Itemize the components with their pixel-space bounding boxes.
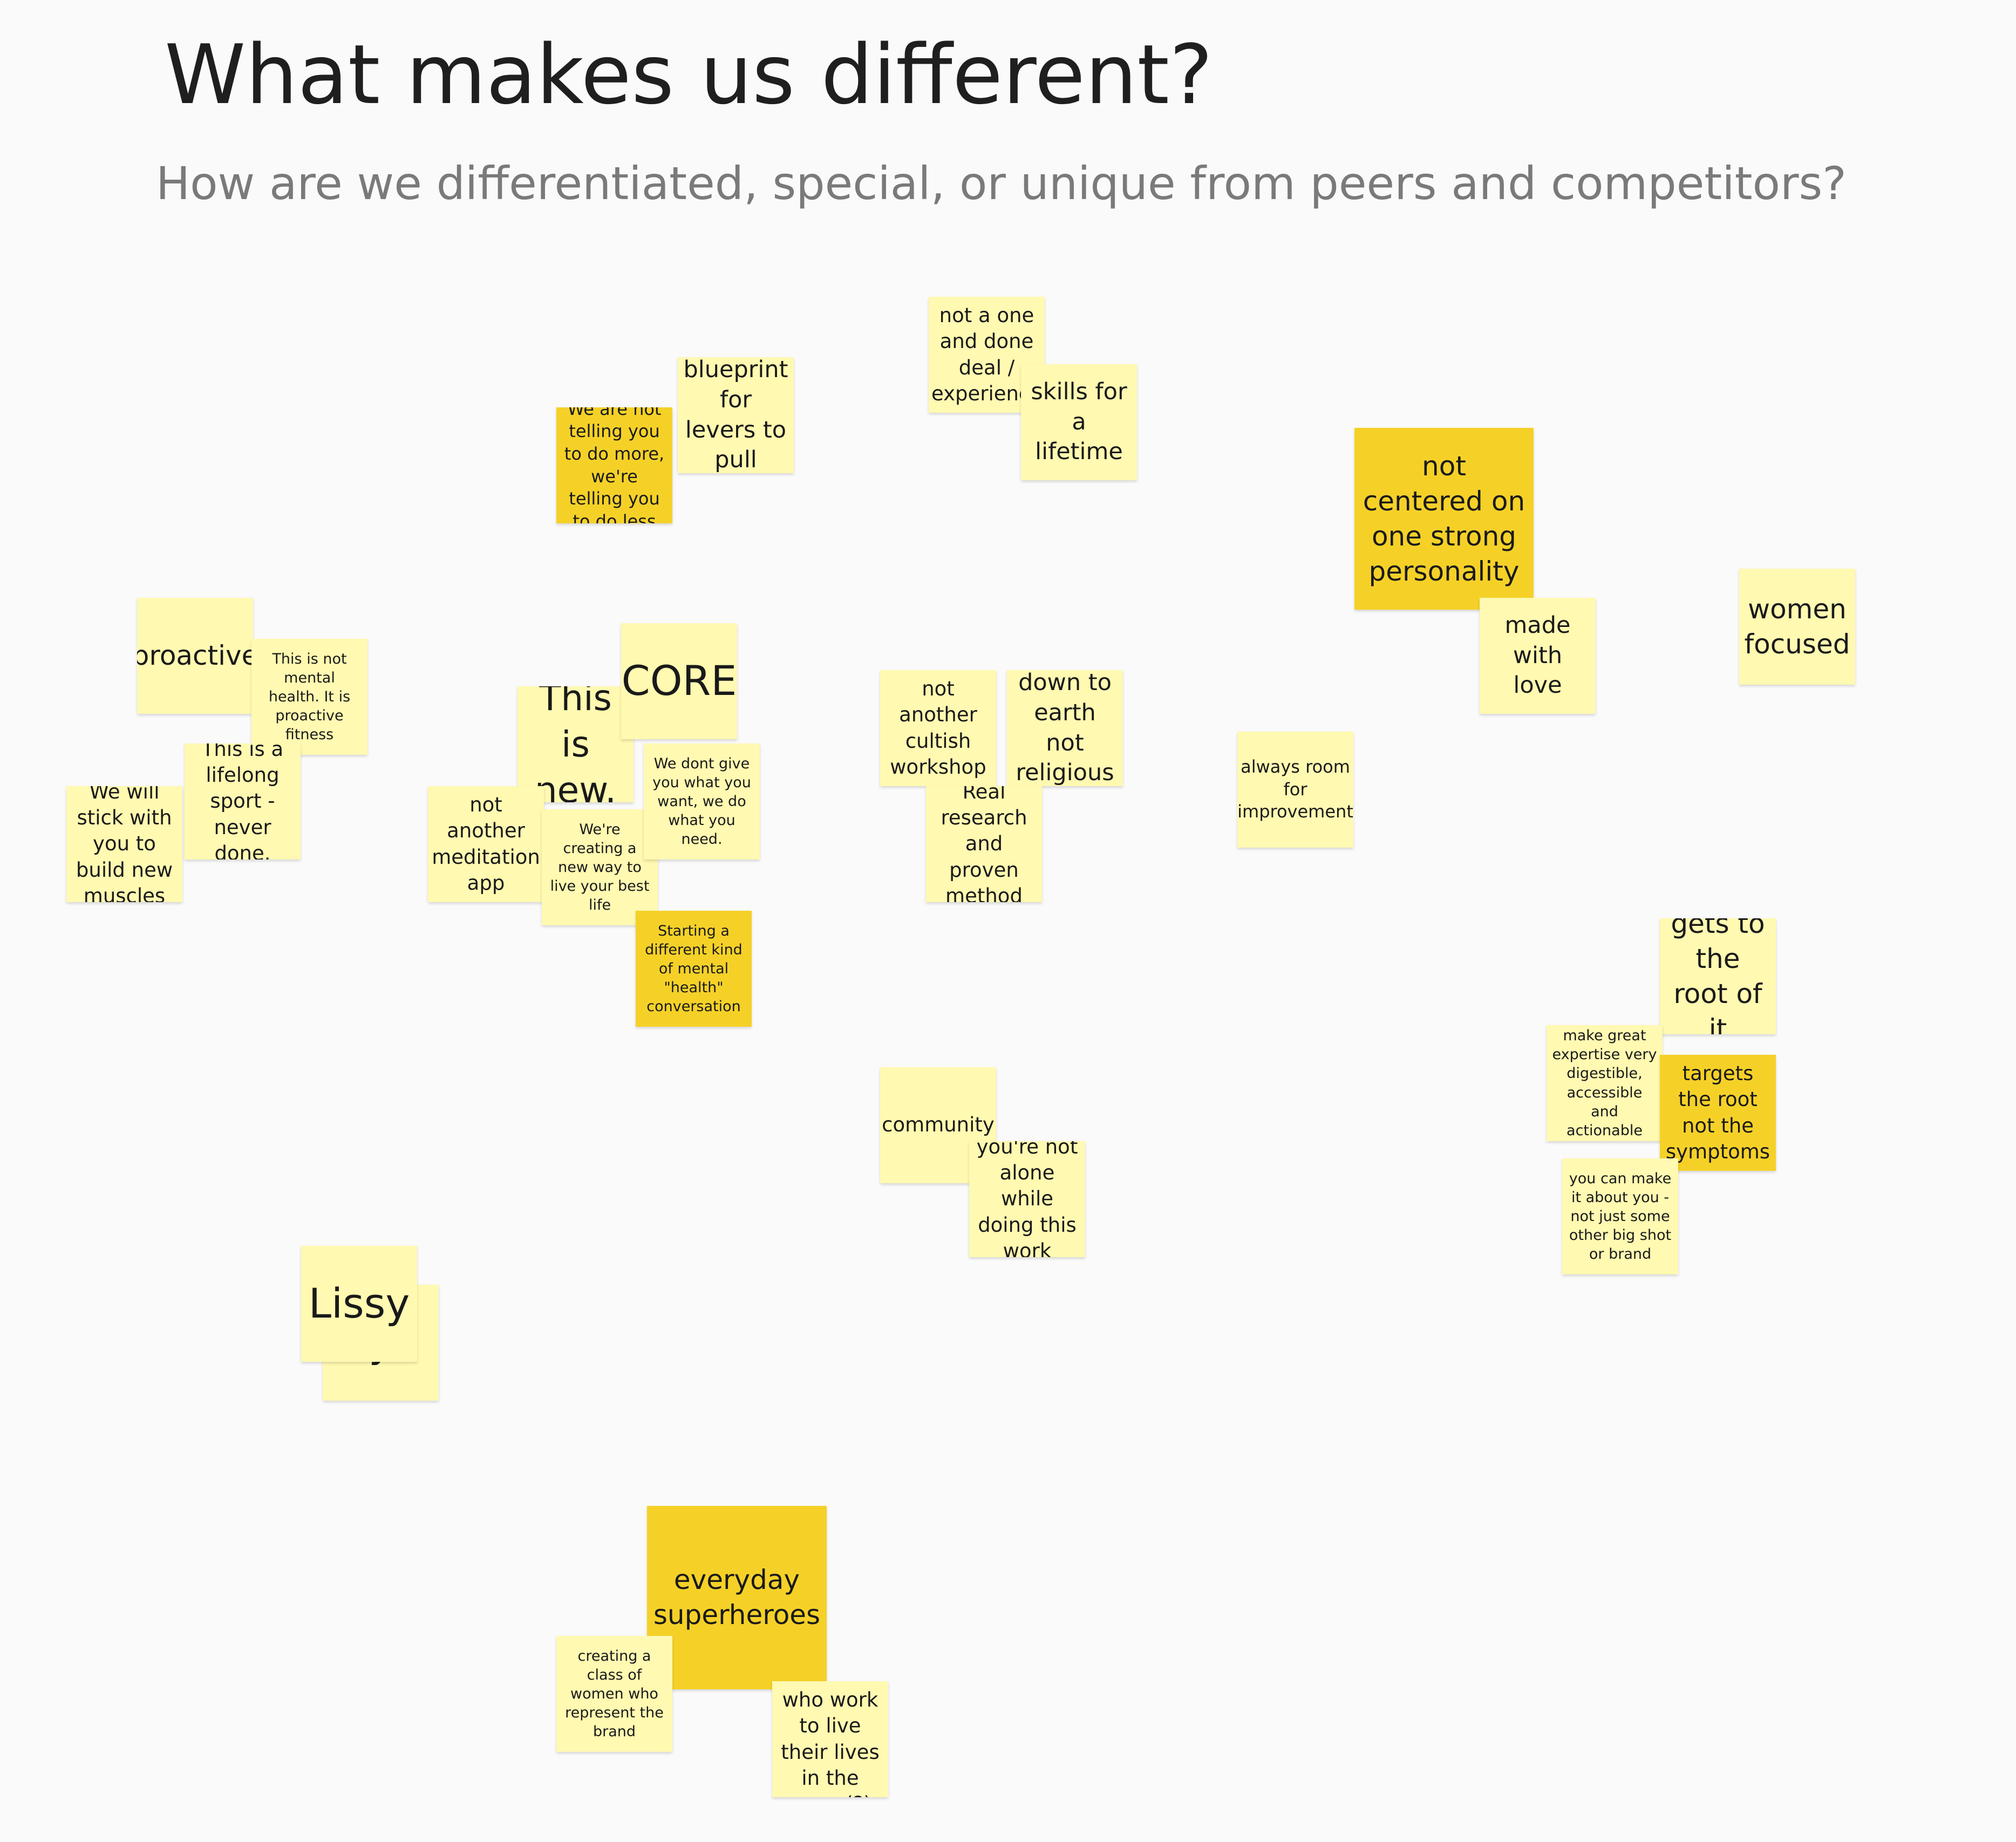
sticky-note-women-focused[interactable]: women focused (1739, 569, 1855, 685)
sticky-note-lifelong-sport[interactable]: This is a lifelong sport - never done. (185, 743, 301, 859)
sticky-note-not-mental-health[interactable]: This is not mental health. It is proacti… (251, 639, 367, 755)
sticky-note-skills-lifetime[interactable]: skills for a lifetime (1021, 364, 1137, 480)
sticky-note-not-centered[interactable]: not centered on one strong personality (1354, 428, 1534, 610)
sticky-note-women-work-live[interactable]: women who work to live their lives in th… (772, 1681, 888, 1797)
sticky-note-about-you[interactable]: you can make it about you - not just som… (1562, 1158, 1678, 1274)
sticky-note-blueprint[interactable]: blueprint for levers to pull (678, 357, 794, 473)
sticky-note-targets-root[interactable]: targets the root not the symptoms (1660, 1055, 1776, 1171)
sticky-note-lissy[interactable]: Lissy (301, 1246, 417, 1362)
sticky-note-real-research[interactable]: Real research and proven method (926, 786, 1042, 902)
sticky-note-root-of-it[interactable]: gets to the root of it (1660, 918, 1776, 1034)
sticky-note-dont-give[interactable]: We dont give you what you want, we do wh… (644, 743, 760, 859)
sticky-note-down-to-earth[interactable]: down to earth not religious (1007, 670, 1123, 786)
sticky-note-superheroes[interactable]: everyday superheroes (647, 1506, 827, 1689)
board-title: What makes us different? (165, 27, 1213, 122)
sticky-note-not-alone[interactable]: you're not alone while doing this work (969, 1141, 1085, 1257)
board-subtitle: How are we differentiated, special, or u… (156, 157, 1847, 210)
sticky-note-not-telling-more[interactable]: We are not telling you to do more, we're… (556, 407, 672, 523)
sticky-note-stick-with-you[interactable]: We will stick with you to build new musc… (66, 786, 182, 902)
sticky-note-this-is-new[interactable]: This is new. (517, 686, 634, 802)
sticky-note-room-improvement[interactable]: always room for improvement (1237, 732, 1353, 848)
sticky-note-mental-health-conversation[interactable]: Starting a different kind of mental "hea… (636, 911, 752, 1027)
sticky-note-proactive[interactable]: proactive (137, 598, 253, 714)
sticky-note-not-cultish[interactable]: not another cultish workshop (880, 670, 996, 786)
sticky-note-core[interactable]: CORE (621, 623, 737, 739)
sticky-note-class-of-women[interactable]: creating a class of women who represent … (556, 1636, 672, 1752)
sticky-note-not-meditation[interactable]: not another meditation app (428, 786, 544, 902)
sticky-note-made-with-love[interactable]: made with love (1480, 598, 1596, 714)
sticky-note-creating-new-way[interactable]: We're creating a new way to live your be… (542, 809, 658, 925)
sticky-note-great-expertise[interactable]: make great expertise very digestible, ac… (1547, 1025, 1663, 1141)
